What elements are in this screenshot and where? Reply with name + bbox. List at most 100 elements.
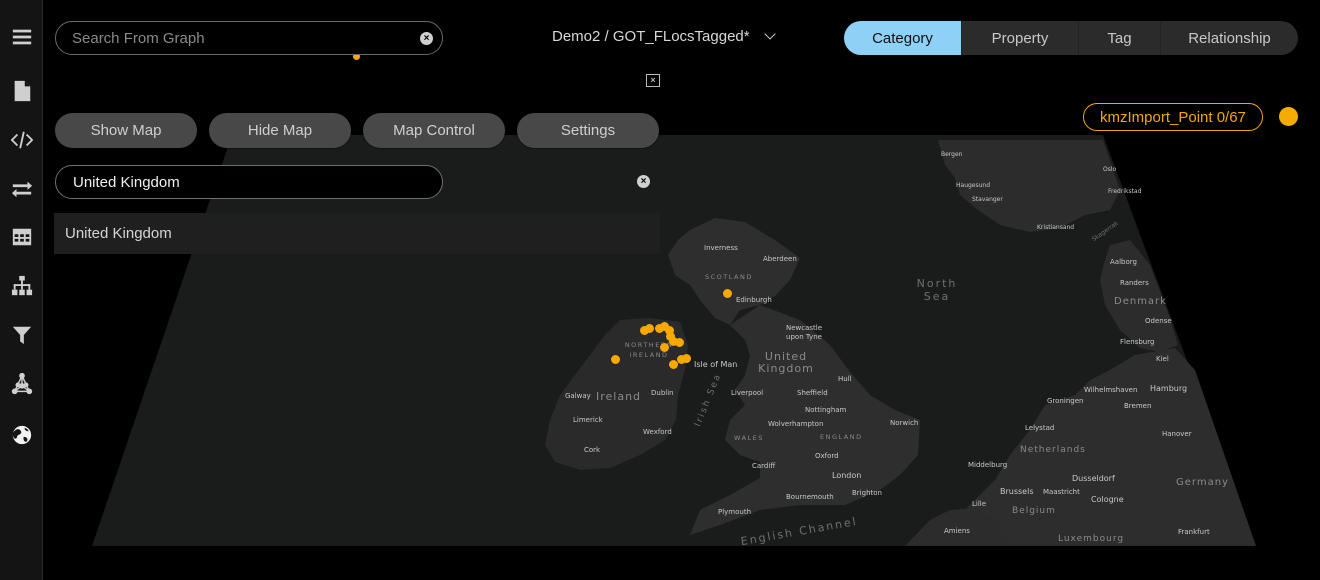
map-label-liverpool: Liverpool bbox=[731, 389, 764, 397]
app-root: Inverness Aberdeen SCOTLAND Edinburgh Ne… bbox=[0, 0, 1320, 580]
map-label-middelburg: Middelburg bbox=[968, 461, 1008, 469]
map-point[interactable] bbox=[645, 324, 654, 333]
table-icon[interactable] bbox=[8, 223, 36, 251]
tab-relationship[interactable]: Relationship bbox=[1161, 21, 1298, 55]
code-icon[interactable] bbox=[8, 126, 36, 154]
map-label-lelystad: Lelystad bbox=[1025, 424, 1055, 432]
clear-search-icon[interactable]: × bbox=[420, 32, 433, 45]
map-point[interactable] bbox=[611, 355, 620, 364]
map-label-edinburgh: Edinburgh bbox=[736, 296, 772, 304]
map-label-odense: Odense bbox=[1145, 317, 1172, 325]
map-label-kristiansand: Kristiansand bbox=[1037, 224, 1075, 231]
map-label-netherlands: Netherlands bbox=[1020, 445, 1086, 455]
network-icon[interactable] bbox=[8, 370, 36, 398]
map-label-cardiff: Cardiff bbox=[752, 462, 776, 470]
map-label-sheffield: Sheffield bbox=[797, 389, 828, 397]
map-label-belgium: Belgium bbox=[1012, 506, 1056, 516]
map-label-scotland: SCOTLAND bbox=[705, 273, 753, 281]
map-label-brussels: Brussels bbox=[1000, 487, 1034, 496]
map-point[interactable] bbox=[675, 338, 684, 347]
map-point[interactable] bbox=[723, 289, 732, 298]
map-label-luxembourg: Luxembourg bbox=[1058, 534, 1125, 544]
map-label-fredrikstad: Fredrikstad bbox=[1108, 188, 1142, 195]
map-label-aalborg: Aalborg bbox=[1110, 258, 1137, 266]
map-label-brighton: Brighton bbox=[852, 489, 882, 497]
map-label-frankfurt: Frankfurt bbox=[1178, 528, 1210, 536]
hide-map-button[interactable]: Hide Map bbox=[209, 113, 351, 148]
map-label-bergen: Bergen bbox=[941, 151, 963, 158]
map-label-nottingham: Nottingham bbox=[805, 406, 847, 414]
document-icon[interactable] bbox=[8, 77, 36, 105]
map-label-kiel: Kiel bbox=[1156, 355, 1169, 363]
map-canvas[interactable] bbox=[0, 0, 1320, 580]
settings-button[interactable]: Settings bbox=[517, 113, 659, 148]
place-suggestion-label: United Kingdom bbox=[65, 225, 172, 242]
map-label-london: London bbox=[832, 471, 862, 480]
map-label-limerick: Limerick bbox=[573, 416, 603, 424]
map-control-button[interactable]: Map Control bbox=[363, 113, 505, 148]
map-label-dusseldorf: Dusseldorf bbox=[1072, 474, 1115, 483]
close-panel-icon[interactable]: × bbox=[646, 74, 660, 87]
map-label-cologne: Cologne bbox=[1091, 495, 1124, 504]
show-map-button[interactable]: Show Map bbox=[55, 113, 197, 148]
map-label-newcastle: Newcastle upon Tyne bbox=[785, 324, 823, 341]
map-label-stavanger: Stavanger bbox=[972, 196, 1003, 203]
map-label-isle-of-man: Isle of Man bbox=[694, 360, 738, 369]
filter-icon[interactable] bbox=[8, 321, 36, 349]
map-label-lille: Lille bbox=[972, 500, 987, 508]
map-label-north-sea: North Sea bbox=[916, 277, 958, 303]
map-label-haugesund: Haugesund bbox=[956, 182, 991, 189]
map-point[interactable] bbox=[660, 343, 669, 352]
sidebar bbox=[0, 0, 43, 580]
menu-icon[interactable] bbox=[8, 23, 36, 51]
map-label-hanover: Hanover bbox=[1162, 430, 1192, 438]
map-label-ireland: Ireland bbox=[596, 390, 642, 403]
map-label-wolverhampton: Wolverhampton bbox=[768, 420, 824, 428]
map-label-oxford: Oxford bbox=[815, 452, 839, 460]
map-label-wilhelmshaven: Wilhelmshaven bbox=[1084, 386, 1138, 394]
place-search bbox=[55, 165, 443, 199]
map-label-germany: Germany bbox=[1176, 477, 1229, 488]
map-label-maastricht: Maastricht bbox=[1043, 488, 1080, 496]
graph-search-input[interactable] bbox=[72, 29, 402, 47]
map-label-wexford: Wexford bbox=[643, 428, 672, 436]
map-label-cork: Cork bbox=[584, 446, 601, 454]
graph-search: × bbox=[55, 21, 443, 55]
graph-title-dropdown[interactable]: Demo2 / GOT_FLocsTagged* bbox=[552, 28, 776, 45]
map-label-hamburg: Hamburg bbox=[1150, 384, 1188, 393]
map-label-aberdeen: Aberdeen bbox=[763, 255, 797, 263]
map-label-dublin: Dublin bbox=[651, 389, 674, 397]
view-mode-tabs: Category Property Tag Relationship bbox=[844, 21, 1298, 55]
map-label-bremen: Bremen bbox=[1124, 402, 1152, 410]
place-search-input[interactable] bbox=[73, 173, 413, 191]
map-label-randers: Randers bbox=[1120, 279, 1149, 287]
map-label-oslo: Oslo bbox=[1103, 166, 1117, 173]
map-label-denmark: Denmark bbox=[1114, 296, 1167, 307]
chevron-down-icon bbox=[763, 28, 776, 40]
map-label-bournemouth: Bournemouth bbox=[786, 493, 834, 501]
map-label-hull: Hull bbox=[838, 375, 852, 383]
map-label-galway: Galway bbox=[565, 392, 591, 400]
map-view[interactable]: Inverness Aberdeen SCOTLAND Edinburgh Ne… bbox=[0, 0, 1320, 580]
place-suggestion-item[interactable]: United Kingdom bbox=[54, 213, 660, 254]
map-label-flensburg: Flensburg bbox=[1120, 338, 1155, 346]
graph-title: Demo2 / GOT_FLocsTagged* bbox=[552, 28, 750, 45]
map-label-england: ENGLAND bbox=[820, 433, 863, 441]
map-point[interactable] bbox=[682, 354, 691, 363]
tab-property[interactable]: Property bbox=[962, 21, 1079, 55]
tab-tag[interactable]: Tag bbox=[1079, 21, 1161, 55]
hierarchy-icon[interactable] bbox=[8, 272, 36, 300]
globe-icon[interactable] bbox=[8, 421, 36, 449]
transfer-icon[interactable] bbox=[8, 175, 36, 203]
legend-color-dot bbox=[1279, 107, 1298, 126]
legend-badge[interactable]: kmzImport_Point 0/67 bbox=[1083, 103, 1263, 131]
map-label-norwich: Norwich bbox=[890, 419, 919, 427]
map-label-amiens: Amiens bbox=[944, 527, 970, 535]
map-label-united-kingdom: United Kingdom bbox=[758, 350, 814, 375]
map-label-groningen: Groningen bbox=[1047, 397, 1084, 405]
tab-category[interactable]: Category bbox=[844, 21, 962, 55]
map-label-inverness: Inverness bbox=[704, 244, 738, 252]
map-label-plymouth: Plymouth bbox=[718, 508, 752, 516]
map-label-wales: WALES bbox=[734, 434, 764, 442]
clear-place-search-icon[interactable]: × bbox=[637, 175, 650, 188]
